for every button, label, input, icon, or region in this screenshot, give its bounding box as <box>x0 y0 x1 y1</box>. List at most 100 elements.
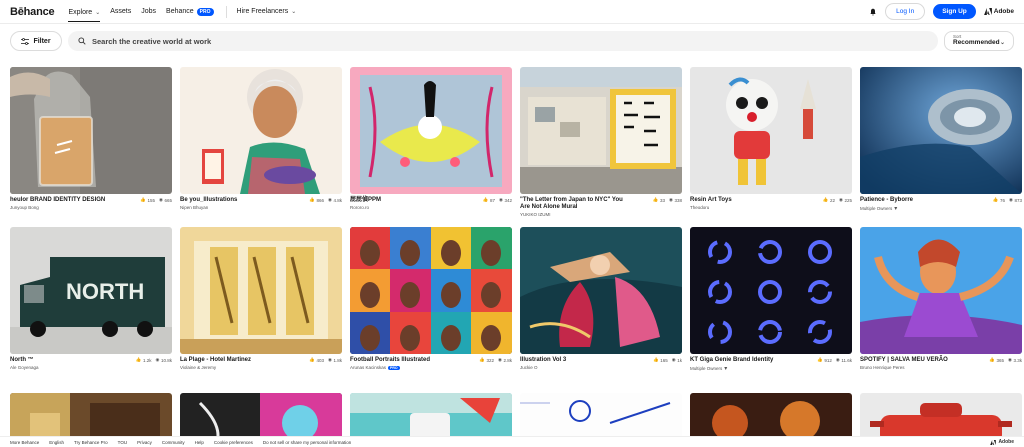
project-title[interactable]: North ™ <box>10 357 39 364</box>
footer-tou[interactable]: TOU <box>118 440 127 445</box>
project-thumbnail[interactable] <box>180 67 342 194</box>
project-owner[interactable]: Ale Goyenaga <box>10 365 39 370</box>
project-card[interactable]: Resin Art Toys Theodoru 👍 22 ◉ 225 <box>690 67 852 227</box>
project-owner[interactable]: Theodoru <box>690 205 709 210</box>
thumbs-up-icon: 👍 <box>817 357 823 362</box>
project-thumbnail[interactable] <box>180 227 342 354</box>
project-thumbnail[interactable] <box>350 67 512 194</box>
project-thumbnail[interactable] <box>520 227 682 354</box>
chevron-down-icon[interactable]: ▾ <box>724 365 727 372</box>
bell-icon[interactable] <box>869 8 877 16</box>
project-owner[interactable]: Multiple Owners <box>690 366 722 371</box>
project-card[interactable]: 屁屁偵PPM Rororo.ro 👍 87 ◉ 342 <box>350 67 512 227</box>
footer-cookie-preferences[interactable]: Cookie preferences <box>214 440 253 445</box>
project-card[interactable]: heulor BRAND IDENTITY DESIGN Junyoup Bong… <box>10 67 172 227</box>
project-owner[interactable]: Rororo.ro <box>350 205 369 210</box>
project-title[interactable]: La Plage - Hotel Martinez <box>180 357 251 364</box>
like-count: 912 <box>824 357 832 363</box>
behance-logo[interactable]: Bēhance <box>10 6 55 18</box>
view-count: 338 <box>674 197 682 203</box>
nav-jobs[interactable]: Jobs <box>141 8 156 15</box>
project-card[interactable]: SPOTIFY | SALVA MEU VERÃO Bruno Henrique … <box>860 227 1022 387</box>
like-count: 33 <box>660 197 666 203</box>
sort-dropdown[interactable]: Sort Recommended ⌄ <box>944 31 1014 51</box>
project-thumbnail[interactable] <box>690 227 852 354</box>
project-owner[interactable]: Junyoup Bong <box>10 205 39 210</box>
project-card[interactable]: Patience - Byborre Multiple Owners ▾ 👍 76 ◉ 8… <box>860 67 1022 227</box>
adobe-link[interactable]: Adobe <box>983 8 1014 15</box>
project-thumbnail[interactable] <box>860 227 1022 354</box>
thumbs-up-icon: 👍 <box>309 197 316 202</box>
project-title[interactable]: Resin Art Toys <box>690 197 732 204</box>
footer-community[interactable]: Community <box>162 440 185 445</box>
footer-more-behance[interactable]: More Behance <box>10 440 39 445</box>
project-title[interactable]: Be you_Illustrations <box>180 197 237 204</box>
like-count: 403 <box>316 357 325 363</box>
nav-explore[interactable]: Explore ⌄ <box>68 2 101 22</box>
like-count: 155 <box>147 197 156 203</box>
project-title[interactable]: heulor BRAND IDENTITY DESIGN <box>10 197 105 204</box>
project-card[interactable]: Be you_Illustrations Nipen Bhuyan 👍 866 ◉ 4.… <box>180 67 342 227</box>
thumbs-up-icon: 👍 <box>989 357 996 362</box>
like-count: 165 <box>660 357 668 363</box>
project-thumbnail[interactable] <box>10 67 172 194</box>
project-thumbnail[interactable] <box>690 67 852 194</box>
eye-icon: ◉ <box>155 357 160 362</box>
eye-icon: ◉ <box>671 357 676 362</box>
project-card[interactable]: La Plage - Hotel Martinez Violaine & Jere… <box>180 227 342 387</box>
project-thumbnail[interactable] <box>350 227 512 354</box>
project-card[interactable]: Football Portraits Illustrated Arunas Kac… <box>350 227 512 387</box>
project-title[interactable]: KT Giga Genie Brand Identity <box>690 357 773 364</box>
project-title[interactable]: "The Letter from Japan to NYC" You Are N… <box>520 197 630 211</box>
top-nav: Bēhance Explore ⌄ Assets Jobs Behance PRO … <box>0 0 1024 24</box>
footer-privacy[interactable]: Privacy <box>137 440 152 445</box>
footer-adobe[interactable]: Adobe <box>990 439 1014 445</box>
view-count: 225 <box>844 197 852 203</box>
login-button[interactable]: Log In <box>885 3 926 20</box>
project-card[interactable]: Illustration Vol 3 Juckie O 👍 165 ◉ 1k <box>520 227 682 387</box>
project-card[interactable]: "The Letter from Japan to NYC" You Are N… <box>520 67 682 227</box>
project-title[interactable]: Illustration Vol 3 <box>520 357 566 364</box>
project-owner[interactable]: Arunas Kacinskas <box>350 365 386 370</box>
project-owner[interactable]: Juckie O <box>520 365 538 370</box>
search-placeholder: Search the creative world at work <box>92 36 212 46</box>
project-owner[interactable]: YUKIKO IZUMI <box>520 212 551 217</box>
project-card[interactable]: NORTH North ™ Ale Goyenaga 👍 1.2k ◉ 10.8k <box>10 227 172 387</box>
view-count: 3.3k <box>1013 357 1022 363</box>
project-title[interactable]: SPOTIFY | SALVA MEU VERÃO <box>860 357 948 364</box>
project-owner[interactable]: Violaine & Jeremy <box>180 365 216 370</box>
chevron-down-icon[interactable]: ▾ <box>894 205 897 212</box>
project-owner[interactable]: Multiple Owners <box>860 206 892 211</box>
nav-assets[interactable]: Assets <box>110 8 131 15</box>
filter-button[interactable]: Filter <box>10 31 62 51</box>
thumbs-up-icon: 👍 <box>822 197 829 202</box>
project-thumbnail[interactable] <box>520 67 682 194</box>
adobe-logo-icon <box>983 8 992 15</box>
eye-icon: ◉ <box>499 197 503 202</box>
nav-divider <box>225 5 227 18</box>
search-row: Filter Search the creative world at work… <box>0 28 1024 54</box>
project-title[interactable]: Football Portraits Illustrated <box>350 357 430 364</box>
nav-hire-label: Hire Freelancers <box>236 8 289 15</box>
signup-button[interactable]: Sign Up <box>933 4 976 19</box>
nav-hire-freelancers[interactable]: Hire Freelancers ⌄ <box>237 8 297 15</box>
project-thumbnail[interactable]: NORTH <box>10 227 172 354</box>
view-count: 665 <box>164 197 172 203</box>
footer-help[interactable]: Help <box>195 440 204 445</box>
search-input[interactable]: Search the creative world at work <box>68 31 938 51</box>
footer-do-not-sell[interactable]: Do not sell or share my personal informa… <box>263 440 351 445</box>
project-title[interactable]: 屁屁偵PPM <box>350 197 381 204</box>
nav-behance-pro[interactable]: Behance PRO <box>166 7 214 16</box>
project-thumbnail[interactable] <box>860 67 1022 194</box>
project-title[interactable]: Patience - Byborre <box>860 197 913 204</box>
view-count: 2.8k <box>503 357 512 363</box>
thumbs-up-icon: 👍 <box>652 197 659 202</box>
project-owner[interactable]: Nipen Bhuyan <box>180 205 208 210</box>
like-count: 365 <box>996 357 1005 363</box>
project-card[interactable]: KT Giga Genie Brand Identity Multiple Own… <box>690 227 852 387</box>
footer-language[interactable]: English <box>49 440 64 445</box>
footer-try-pro[interactable]: Try Behance Pro <box>74 440 108 445</box>
eye-icon: ◉ <box>498 357 502 362</box>
thumbs-up-icon: 👍 <box>479 357 486 362</box>
project-owner[interactable]: Bruno Henrique Peres <box>860 365 905 370</box>
